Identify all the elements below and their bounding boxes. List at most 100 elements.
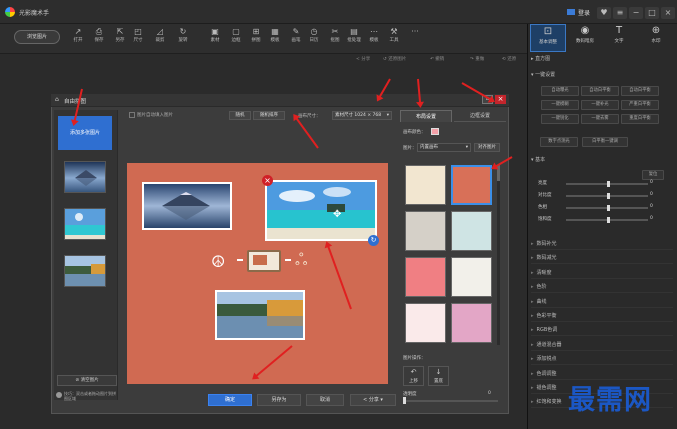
toolbar-工具-button[interactable]: ⚒ 工具 [384, 27, 404, 49]
toolbar-边框-button[interactable]: ▢ 边框 [226, 27, 246, 49]
dialog-close-button[interactable]: × [495, 95, 506, 104]
toolbar-另存-button[interactable]: ⇱ 另存 [110, 27, 130, 49]
confirm-button[interactable]: 确定 [208, 394, 252, 406]
slider-knob[interactable] [607, 205, 610, 211]
background-swatch[interactable] [405, 303, 446, 343]
background-swatch[interactable] [451, 211, 492, 251]
background-swatch[interactable] [451, 303, 492, 343]
accordion-item[interactable]: ▸ RGB色调 [531, 324, 673, 337]
dialog-share-button[interactable]: < 分享 ▾ [350, 394, 396, 406]
quick-fix-button[interactable]: 严重白平衡 [621, 100, 659, 110]
histogram-section[interactable]: ▸ 直方图 [531, 54, 550, 64]
quick-fix-button[interactable]: 一键补光 [581, 100, 619, 110]
canvas-size-select[interactable]: 素材尺寸 1024 × 768 ▾ [332, 111, 392, 120]
tab-layout-settings[interactable]: 布局设置 [400, 110, 452, 122]
reset-sliders-button[interactable]: 复位 [642, 170, 664, 180]
quick-fix-button[interactable]: 重度白平衡 [621, 114, 659, 124]
background-swatch[interactable] [451, 257, 492, 297]
slider-knob[interactable] [607, 181, 610, 187]
toolbar-打开-button[interactable]: ↗ 打开 [68, 27, 88, 49]
cancel-button[interactable]: 取消 [306, 394, 344, 406]
quick-fix-button[interactable]: 自动白平衡 [581, 86, 619, 96]
accordion-item[interactable]: ▸ 通道混合器 [531, 339, 673, 351]
photo-thumbnail[interactable] [64, 161, 106, 193]
restore-image-button[interactable]: ↺ 还原图片 [383, 56, 406, 62]
random-button[interactable]: 随机 [229, 111, 251, 120]
slider-knob[interactable] [607, 193, 610, 199]
toolbar-画笔-button[interactable]: ✎ 画笔 [286, 27, 306, 49]
quick-fix-button[interactable]: 一键模糊 [541, 100, 579, 110]
accordion-item[interactable]: ▸ 数码减光 [531, 252, 673, 265]
accordion-item[interactable]: ▸ 色彩平衡 [531, 310, 673, 322]
quick-fix-section[interactable]: ▾ 一键设置 [531, 70, 555, 80]
quick-fix-button[interactable]: 一键锐化 [541, 114, 579, 124]
align-images-button[interactable]: 对齐图片 [474, 143, 500, 152]
auto-fill-checkbox[interactable] [129, 112, 135, 118]
background-swatch[interactable] [405, 211, 446, 251]
toolbar-拼图-button[interactable]: ⊞ 拼图 [246, 27, 266, 49]
tab-border-settings[interactable]: 边框设置 [454, 110, 506, 122]
peace-sign-icon[interactable]: ☮ [211, 252, 225, 271]
remove-photo-icon[interactable]: × [262, 175, 273, 186]
toolbar-日历-button[interactable]: ◷ 日历 [304, 27, 324, 49]
collage-photo-beach[interactable] [265, 180, 377, 241]
canvas-color-picker[interactable] [431, 128, 439, 135]
login-icon[interactable] [567, 9, 575, 15]
favorite-icon[interactable]: ♥ [597, 7, 611, 19]
photo-thumbnail[interactable] [64, 208, 106, 240]
minimize-button[interactable]: − [629, 7, 643, 19]
quick-fix-button[interactable]: 自动曝光 [541, 86, 579, 96]
undo-button[interactable]: ↶ 撤销 [430, 56, 444, 62]
photo-thumbnail[interactable] [64, 255, 106, 287]
toolbar-保存-button[interactable]: ⎙ 保存 [89, 27, 109, 49]
accordion-item[interactable]: ▸ 清晰度 [531, 267, 673, 279]
basic-section[interactable]: ▾ 基本 [531, 155, 545, 165]
opacity-slider[interactable] [403, 400, 498, 402]
close-button[interactable]: × [661, 7, 675, 19]
login-link[interactable]: 登录 [578, 8, 590, 17]
tab-basic-adjust[interactable]: ⊡ 基本调整 [530, 24, 566, 52]
toolbar-裁剪-button[interactable]: ◿ 裁剪 [150, 27, 170, 49]
collage-photo-mountain[interactable] [142, 182, 232, 230]
collage-photo-autumn[interactable] [215, 290, 305, 340]
toolbar-旋转-button[interactable]: ↻ 旋转 [173, 27, 193, 49]
accordion-item[interactable]: ▸ 添加锐点 [531, 353, 673, 366]
toolbar-more-button[interactable]: ··· [405, 27, 425, 49]
send-bottom-button[interactable]: ↓ 置底 [428, 366, 449, 386]
toolbar-模板-button[interactable]: ⋯ 模板 [364, 27, 384, 49]
save-as-button[interactable]: 另存为 [257, 394, 301, 406]
redo-button[interactable]: ↷ 重做 [470, 56, 484, 62]
quick-fix-button[interactable]: 自动白平衡 [621, 86, 659, 96]
tab-watermark[interactable]: ⊕ 水印 [638, 24, 674, 52]
spot-metering-button[interactable]: 数字点测光 [540, 137, 578, 147]
background-swatch[interactable] [451, 165, 492, 205]
clear-photos-button[interactable]: ⊘ 清空图片 [57, 375, 117, 386]
toolbar-尺寸-button[interactable]: ◰ 尺寸 [128, 27, 148, 49]
radio-sticker-icon[interactable] [247, 250, 281, 272]
opacity-slider-knob[interactable] [403, 397, 406, 404]
move-up-button[interactable]: ↶ 上移 [403, 366, 424, 386]
swatch-scrollbar[interactable] [497, 165, 500, 345]
tab-darkroom[interactable]: ◉ 数码暗房 [567, 24, 603, 52]
white-balance-button[interactable]: 白平衡一键调 [582, 137, 628, 147]
toolbar-批处理-button[interactable]: ▤ 批处理 [344, 27, 364, 49]
menu-icon[interactable]: ≡ [613, 7, 627, 19]
add-photos-button[interactable]: 添加多张图片 [58, 116, 112, 150]
image-select[interactable]: 内置画布 ▾ [417, 143, 471, 152]
share-button[interactable]: < 分享 [356, 56, 370, 62]
accordion-item[interactable]: ▸ 色阶 [531, 281, 673, 294]
quick-fix-button[interactable]: 一键去雾 [581, 114, 619, 124]
toolbar-模板-button[interactable]: ▦ 模板 [265, 27, 285, 49]
background-swatch[interactable] [405, 165, 446, 205]
toolbar-抠图-button[interactable]: ✂ 抠图 [325, 27, 345, 49]
background-swatch[interactable] [405, 257, 446, 297]
random-sort-button[interactable]: 随机排序 [253, 111, 285, 120]
slider-knob[interactable] [607, 217, 610, 223]
maximize-button[interactable]: □ [645, 7, 659, 19]
browse-images-button[interactable]: 浏览图片 [14, 30, 60, 44]
rotate-photo-icon[interactable]: ↻ [368, 235, 379, 246]
accordion-item[interactable]: ▸ 曲线 [531, 296, 673, 308]
toolbar-素材-button[interactable]: ▣ 素材 [205, 27, 225, 49]
tab-text[interactable]: T 文字 [601, 24, 637, 52]
reset-button[interactable]: ⟲ 还原 [502, 56, 516, 62]
